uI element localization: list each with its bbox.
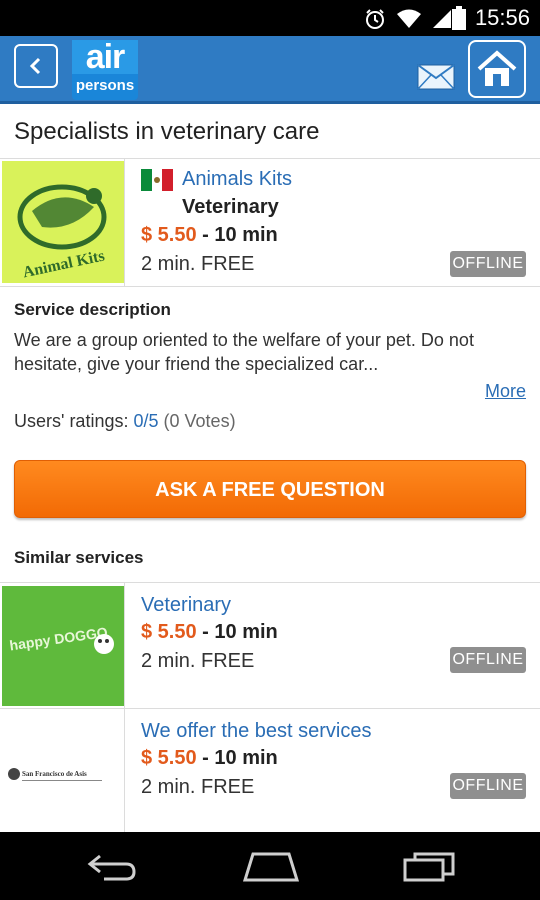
similar-services-label: Similar services	[14, 548, 144, 567]
ask-free-question-button[interactable]: ASK A FREE QUESTION	[14, 460, 526, 518]
logo-text: San Francisco de Asis	[22, 770, 87, 778]
ratings-label: Users' ratings:	[14, 411, 129, 431]
recents-nav-icon[interactable]	[403, 852, 455, 882]
service-category: Veterinary	[182, 196, 279, 218]
ratings-value[interactable]: 0/5	[133, 411, 158, 431]
price-line: $ 5.50 - 10 min	[141, 747, 278, 770]
status-badge: OFFLINE	[450, 773, 526, 799]
divider	[0, 582, 540, 583]
price: $ 5.50	[141, 621, 197, 643]
logo-text: Animal Kits	[21, 247, 106, 281]
price-line: $ 5.50 - 10 min	[141, 621, 278, 644]
mexico-flag-icon	[141, 169, 173, 191]
wifi-icon	[397, 9, 421, 28]
free-minutes: 2 min. FREE	[141, 650, 255, 672]
page-title: Specialists in veterinary care	[14, 118, 320, 145]
logo-air-text: air	[72, 40, 138, 74]
duration: - 10 min	[202, 621, 278, 643]
price-line: $ 5.50 - 10 min	[141, 224, 278, 247]
app-logo[interactable]: air persons	[72, 40, 138, 100]
users-ratings: Users' ratings: 0/5 (0 Votes)	[14, 411, 236, 432]
animal-kits-logo: Animal Kits	[17, 184, 107, 281]
status-badge: OFFLINE	[450, 251, 526, 277]
duration: - 10 min	[202, 747, 278, 769]
provider-name[interactable]: Animals Kits	[182, 168, 292, 191]
service-description-label: Service description	[14, 300, 171, 319]
back-icon	[29, 57, 41, 75]
card-separator	[124, 708, 125, 832]
status-time: 15:56	[474, 5, 530, 30]
divider	[0, 158, 540, 159]
status-badge: OFFLINE	[450, 647, 526, 673]
service-logo: San Francisco de Asis	[2, 712, 124, 832]
more-link[interactable]: More	[485, 381, 526, 402]
divider	[0, 708, 540, 709]
divider	[0, 286, 540, 287]
signal-icon	[433, 10, 451, 28]
service-title[interactable]: We offer the best services	[141, 720, 371, 743]
price: $ 5.50	[141, 747, 197, 769]
ratings-votes: (0 Votes)	[163, 411, 236, 431]
service-description-text: We are a group oriented to the welfare o…	[14, 330, 474, 374]
duration: - 10 min	[202, 224, 278, 246]
provider-logo: Animal Kits	[2, 161, 124, 283]
alarm-icon	[366, 9, 384, 29]
home-nav-icon[interactable]	[243, 852, 299, 882]
home-icon	[477, 50, 517, 86]
battery-icon	[452, 6, 466, 30]
card-separator	[124, 582, 125, 708]
service-logo: happy DOGGO	[2, 586, 124, 706]
service-title[interactable]: Veterinary	[141, 594, 231, 617]
home-button[interactable]	[468, 40, 526, 98]
card-separator	[124, 158, 125, 286]
san-francisco-logo: San Francisco de Asis	[2, 712, 124, 832]
app-header: air persons	[0, 36, 540, 104]
navigation-bar	[0, 832, 540, 900]
mail-icon[interactable]	[417, 64, 455, 90]
back-button[interactable]	[14, 44, 58, 88]
status-icons	[364, 8, 452, 30]
free-minutes: 2 min. FREE	[141, 776, 255, 798]
status-bar: 15:56	[0, 0, 540, 36]
free-minutes: 2 min. FREE	[141, 253, 255, 275]
happy-doggo-logo: happy DOGGO	[2, 586, 124, 706]
logo-persons-text: persons	[75, 77, 135, 94]
back-nav-icon[interactable]	[86, 852, 138, 882]
price: $ 5.50	[141, 224, 197, 246]
